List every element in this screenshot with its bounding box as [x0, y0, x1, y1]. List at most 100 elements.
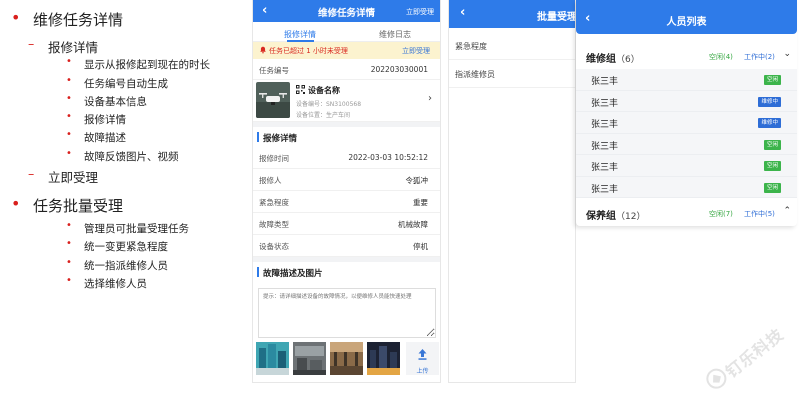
- chevron-down-icon[interactable]: ⌄: [783, 49, 791, 59]
- member-row[interactable]: 张三丰 空闲: [576, 155, 797, 177]
- section-accent-bar: [257, 267, 259, 277]
- detail-row: 报修人 令狐冲: [253, 169, 440, 191]
- outline-item: • 任务编号自动生成: [66, 75, 168, 90]
- device-photo: [256, 82, 290, 118]
- header-bar: ‹ 维修任务详情 立即受理: [253, 0, 440, 22]
- urgency-row[interactable]: 紧急程度: [449, 32, 575, 60]
- status-badge: 空闲: [763, 182, 781, 193]
- tab-repair-detail[interactable]: 报修详情: [253, 29, 347, 40]
- warning-text: 任务已超过 1 小时未受理: [269, 47, 348, 55]
- device-code: 设备编号：SN3100568: [296, 101, 362, 108]
- company-watermark: 钉乐科技: [692, 306, 803, 400]
- fault-photo[interactable]: [293, 342, 326, 375]
- member-row[interactable]: 张三丰 空闲: [576, 69, 797, 91]
- detail-row-value: 机械故障: [398, 220, 428, 229]
- member-row[interactable]: 张三丰 空闲: [576, 177, 797, 198]
- section-title: 报修详情: [263, 134, 298, 144]
- bullet-icon: •: [11, 194, 21, 213]
- upload-icon: [418, 349, 427, 360]
- page-title: 批量受理: [537, 12, 576, 23]
- bullet-icon: •: [66, 111, 72, 122]
- staff-list-panel: ‹ 人员列表 维修组（6） 空闲(4) 工作中(2) ⌄ 张三丰 空闲 张三丰 …: [576, 0, 797, 226]
- group-idle-count: 空闲(4): [709, 53, 733, 61]
- member-row[interactable]: 张三丰 维修中: [576, 112, 797, 134]
- fault-description-input[interactable]: [258, 288, 436, 338]
- task-number-row: 任务编号 202203030001: [253, 59, 440, 80]
- outline-item: – 立即受理: [28, 166, 99, 185]
- qr-code-icon: [296, 85, 305, 94]
- outline-item: – 报修详情: [28, 36, 99, 55]
- status-badge: 维修中: [758, 118, 781, 128]
- fault-photo[interactable]: [330, 342, 363, 375]
- upload-button[interactable]: 上传: [406, 342, 439, 375]
- bullet-icon: •: [66, 56, 72, 67]
- detail-row-value: 令狐冲: [405, 176, 429, 185]
- warning-accept-link[interactable]: 立即受理: [402, 46, 430, 56]
- member-name: 张三丰: [591, 163, 619, 173]
- urgency-label: 紧急程度: [455, 42, 487, 51]
- detail-row-value: 2022-03-03 10:52:12: [348, 153, 428, 162]
- task-number-label: 任务编号: [259, 66, 289, 75]
- fault-photo[interactable]: [367, 342, 400, 375]
- status-badge: 空闲: [763, 75, 781, 85]
- header-bar: ‹ 人员列表: [576, 0, 797, 34]
- member-name: 张三丰: [591, 120, 619, 130]
- tab-repair-log[interactable]: 维修日志: [348, 29, 440, 40]
- feature-outline: • 维修任务详情 – 报修详情 • 显示从报修起到现在的时长 • 任务编号自动生成 • 设…: [0, 0, 250, 400]
- outline-item: • 维修任务详情: [11, 8, 124, 29]
- member-name: 张三丰: [591, 141, 619, 152]
- overdue-warning-banner: 任务已超过 1 小时未受理 立即受理: [253, 42, 440, 59]
- chevron-right-icon[interactable]: ›: [428, 93, 432, 104]
- outline-item: • 故障描述: [66, 129, 126, 144]
- group-name: 保养组（12）: [586, 211, 646, 222]
- bullet-icon: •: [66, 257, 72, 268]
- status-badge: 空闲: [763, 161, 781, 171]
- member-row[interactable]: 张三丰 空闲: [576, 134, 797, 155]
- member-name: 张三丰: [591, 98, 619, 109]
- accept-now-button[interactable]: 立即受理: [406, 7, 434, 17]
- group-header-maintenance[interactable]: 保养组（12） 空闲(7) 工作中(5) ⌃: [576, 203, 797, 223]
- detail-row-label: 报修时间: [259, 154, 289, 163]
- upload-label: 上传: [416, 368, 429, 375]
- dash-icon: –: [28, 166, 35, 181]
- detail-row-value: 停机: [413, 242, 428, 251]
- assign-technician-label: 指派维修员: [455, 70, 495, 79]
- detail-row: 设备状态 停机: [253, 235, 440, 257]
- section-header-repair: 报修详情: [253, 127, 440, 147]
- detail-row: 报修时间 2022-03-03 10:52:12: [253, 147, 440, 169]
- detail-row-value: 重要: [413, 198, 428, 207]
- member-list: 张三丰 空闲 张三丰 维修中 张三丰 维修中 张三丰 空闲 张三丰 空闲 张三丰…: [576, 69, 797, 198]
- bullet-icon: •: [66, 220, 72, 231]
- dash-icon: –: [28, 36, 35, 51]
- outline-item: • 统一指派维修人员: [66, 257, 168, 272]
- group-busy-count: 工作中(5): [744, 210, 775, 218]
- detail-row: 紧急程度 重要: [253, 191, 440, 213]
- detail-row-label: 设备状态: [259, 242, 289, 251]
- outline-item: • 统一变更紧急程度: [66, 238, 168, 253]
- section-title: 故障描述及图片: [263, 269, 323, 279]
- group-header-repair[interactable]: 维修组（6） 空闲(4) 工作中(2) ⌄: [576, 46, 797, 66]
- fault-photo[interactable]: [256, 342, 289, 375]
- detail-row: 故障类型 机械故障: [253, 213, 440, 235]
- detail-row-label: 故障类型: [259, 220, 289, 229]
- back-chevron-icon[interactable]: ‹: [460, 5, 465, 20]
- group-busy-count: 工作中(2): [744, 53, 775, 61]
- outline-item: • 设备基本信息: [66, 93, 147, 108]
- task-detail-screen: ‹ 维修任务详情 立即受理 报修详情 维修日志 任务已超过 1 小时未受理 立即…: [252, 0, 441, 383]
- chevron-up-icon[interactable]: ⌃: [783, 206, 791, 216]
- outline-item: • 显示从报修起到现在的时长: [66, 56, 210, 71]
- member-row[interactable]: 张三丰 维修中: [576, 91, 797, 112]
- device-card[interactable]: 设备名称 设备编号：SN3100568 设备位置：生产车间 ›: [253, 80, 440, 122]
- bell-icon: [260, 46, 266, 54]
- bullet-icon: •: [66, 238, 72, 249]
- device-location: 设备位置：生产车间: [296, 112, 351, 119]
- bullet-icon: •: [66, 75, 72, 86]
- device-name: 设备名称: [308, 86, 340, 95]
- section-header-fault: 故障描述及图片: [253, 262, 440, 282]
- bullet-icon: •: [11, 8, 21, 27]
- outline-item: • 管理员可批量受理任务: [66, 220, 189, 235]
- watermark-text: 钉乐科技: [722, 324, 788, 382]
- outline-item: • 报修详情: [66, 111, 126, 126]
- assign-technician-row[interactable]: 指派维修员: [449, 60, 575, 88]
- status-badge: 维修中: [758, 96, 781, 107]
